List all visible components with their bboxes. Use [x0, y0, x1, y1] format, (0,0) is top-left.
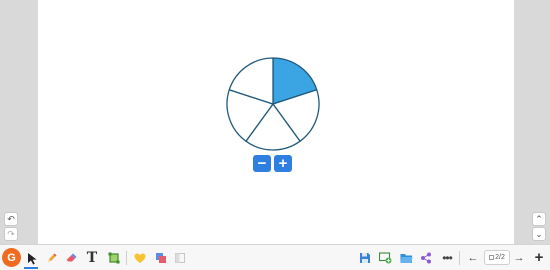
share-icon: [421, 252, 431, 264]
open-folder-tool-button[interactable]: [398, 249, 414, 267]
pencil-tool-button[interactable]: [44, 249, 60, 267]
heart-icon: [134, 253, 146, 263]
fraction-pie-figure: [226, 57, 320, 151]
panel-icon: [175, 253, 185, 263]
shape-tool-button[interactable]: [106, 249, 122, 267]
media-icon: [156, 253, 166, 263]
undo-button[interactable]: ↶: [4, 212, 18, 226]
page-navigation: ← 2/2 →: [462, 248, 526, 267]
next-page-button[interactable]: →: [512, 248, 526, 267]
panel-tool-button[interactable]: [172, 249, 188, 267]
zoom-in-button[interactable]: +: [274, 155, 292, 172]
add-screen-icon: [378, 252, 391, 264]
save-tool-button[interactable]: [357, 249, 373, 267]
bottom-toolbar: G T ••• ← 2/2 → +: [0, 244, 550, 270]
right-gutter: [514, 0, 550, 244]
zoom-out-button[interactable]: −: [253, 155, 271, 172]
save-icon: [360, 253, 370, 263]
active-tool-indicator: [24, 267, 38, 269]
page-indicator[interactable]: 2/2: [484, 250, 510, 265]
media-tool-button[interactable]: [153, 249, 169, 267]
chevron-down-icon: ⌄: [535, 228, 543, 239]
app-logo-button[interactable]: G: [2, 248, 21, 267]
arrow-pointer-icon: [27, 252, 36, 264]
text-tool-button[interactable]: T: [84, 249, 100, 267]
undo-icon: ↶: [7, 213, 15, 224]
folder-icon: [400, 253, 412, 263]
share-tool-button[interactable]: [418, 249, 434, 267]
page-thumbnail-icon: [489, 255, 495, 260]
sticky-tool-button[interactable]: [132, 249, 148, 267]
toolbar-divider: [459, 251, 460, 265]
pencil-icon: [48, 253, 57, 262]
chevron-up-icon: ⌃: [535, 213, 543, 224]
arrow-right-icon: →: [513, 251, 525, 264]
scroll-up-button[interactable]: ⌃: [532, 212, 546, 226]
page-number: 2/2: [495, 254, 505, 261]
left-gutter: [0, 0, 38, 244]
more-options-button[interactable]: •••: [438, 249, 456, 267]
add-screen-tool-button[interactable]: [377, 249, 393, 267]
eraser-icon: [66, 253, 77, 262]
eraser-tool-button[interactable]: [63, 249, 79, 267]
redo-button[interactable]: ↷: [4, 227, 18, 241]
toolbar-divider: [126, 251, 127, 265]
arrow-left-icon: ←: [467, 251, 479, 264]
add-page-button[interactable]: +: [531, 248, 547, 267]
redo-icon: ↷: [7, 228, 15, 239]
select-tool-button[interactable]: [24, 249, 40, 267]
scroll-down-button[interactable]: ⌄: [532, 227, 546, 241]
previous-page-button[interactable]: ←: [466, 248, 480, 267]
square-shape-icon: [108, 252, 120, 264]
